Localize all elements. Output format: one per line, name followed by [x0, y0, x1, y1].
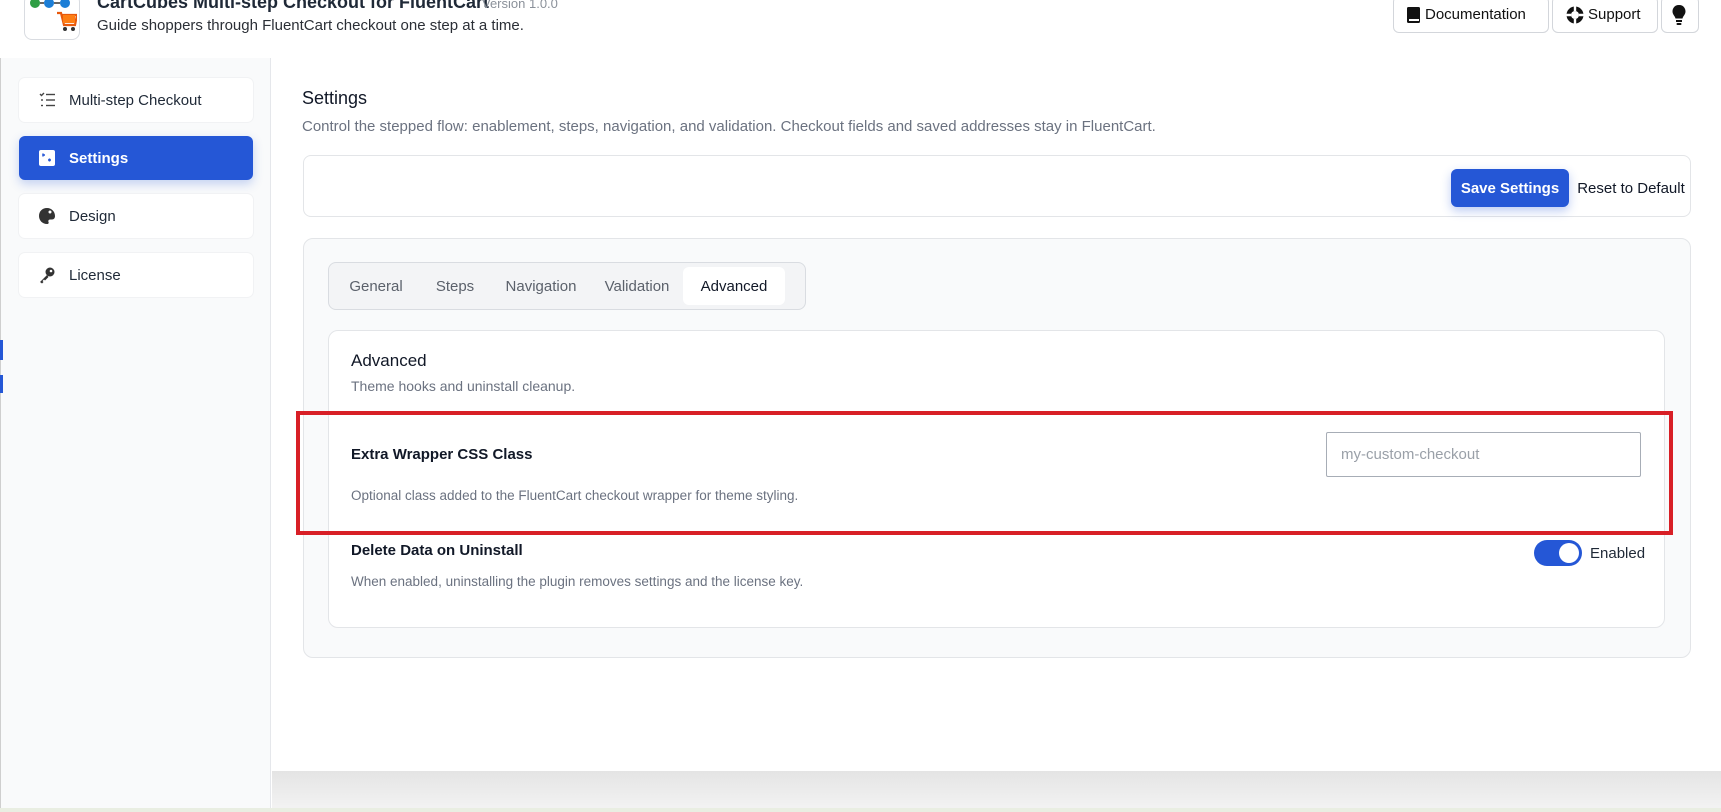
wrapper-class-label: Extra Wrapper CSS Class — [351, 446, 533, 463]
app-subtitle: Guide shoppers through FluentCart checko… — [97, 17, 524, 34]
documentation-label: Documentation — [1425, 6, 1526, 23]
reset-to-default-button[interactable]: Reset to Default — [1576, 169, 1686, 207]
tab-advanced[interactable]: Advanced — [683, 267, 785, 305]
footer-band — [272, 771, 1721, 812]
app-header: CartCubes Multi-step Checkout for Fluent… — [0, 0, 1721, 58]
palette-icon — [37, 206, 57, 226]
documentation-button[interactable]: Documentation — [1393, 0, 1549, 33]
save-settings-button[interactable]: Save Settings — [1451, 169, 1569, 207]
tips-button[interactable] — [1661, 0, 1699, 33]
app-version: Version 1.0.0 — [482, 0, 558, 11]
page-description: Control the stepped flow: enablement, st… — [302, 118, 1156, 135]
section-description: Theme hooks and uninstall cleanup. — [351, 378, 576, 394]
sidebar: Multi-step Checkout Settings Design Lice… — [1, 58, 271, 812]
delete-data-help: When enabled, uninstalling the plugin re… — [351, 574, 804, 589]
tab-navigation[interactable]: Navigation — [491, 267, 591, 305]
wrapper-class-help: Optional class added to the FluentCart c… — [351, 488, 799, 503]
sidebar-item-label: Multi-step Checkout — [69, 91, 202, 109]
sidebar-item-label: Settings — [69, 149, 129, 167]
tab-steps[interactable]: Steps — [419, 267, 491, 305]
sidebar-item-license[interactable]: License — [19, 253, 253, 297]
settings-panel-icon — [37, 148, 57, 168]
settings-tabs: General Steps Navigation Validation Adva… — [328, 262, 806, 310]
page-title: Settings — [302, 88, 368, 108]
book-icon — [1406, 6, 1422, 24]
lifebuoy-icon — [1565, 5, 1585, 25]
sidebar-item-design[interactable]: Design — [19, 194, 253, 238]
action-bar: Save Settings Reset to Default — [303, 155, 1691, 217]
support-label: Support — [1588, 6, 1641, 23]
tab-validation[interactable]: Validation — [591, 267, 683, 305]
edge-marker — [0, 375, 3, 393]
advanced-section-card: Advanced Theme hooks and uninstall clean… — [328, 330, 1665, 628]
lightbulb-icon — [1672, 4, 1686, 26]
edge-marker — [0, 340, 3, 360]
support-button[interactable]: Support — [1552, 0, 1658, 33]
list-icon — [37, 90, 57, 110]
delete-data-label: Delete Data on Uninstall — [351, 542, 523, 559]
sidebar-item-multi-step-checkout[interactable]: Multi-step Checkout — [19, 78, 253, 122]
settings-panel: General Steps Navigation Validation Adva… — [303, 238, 1691, 658]
main-content: Settings Control the stepped flow: enabl… — [272, 58, 1721, 771]
sidebar-item-label: License — [69, 266, 121, 284]
delete-data-toggle[interactable] — [1534, 540, 1582, 566]
toggle-knob — [1559, 543, 1579, 563]
app-logo — [24, 0, 80, 40]
bottom-strip — [0, 808, 1721, 812]
delete-data-toggle-label: Enabled — [1590, 545, 1646, 562]
sidebar-item-settings[interactable]: Settings — [19, 136, 253, 180]
app-title: CartCubes Multi-step Checkout for Fluent… — [97, 0, 490, 12]
wrapper-class-input[interactable] — [1326, 432, 1641, 477]
section-title: Advanced — [351, 351, 427, 370]
key-icon — [37, 265, 57, 285]
tab-general[interactable]: General — [333, 267, 419, 305]
sidebar-item-label: Design — [69, 207, 116, 225]
